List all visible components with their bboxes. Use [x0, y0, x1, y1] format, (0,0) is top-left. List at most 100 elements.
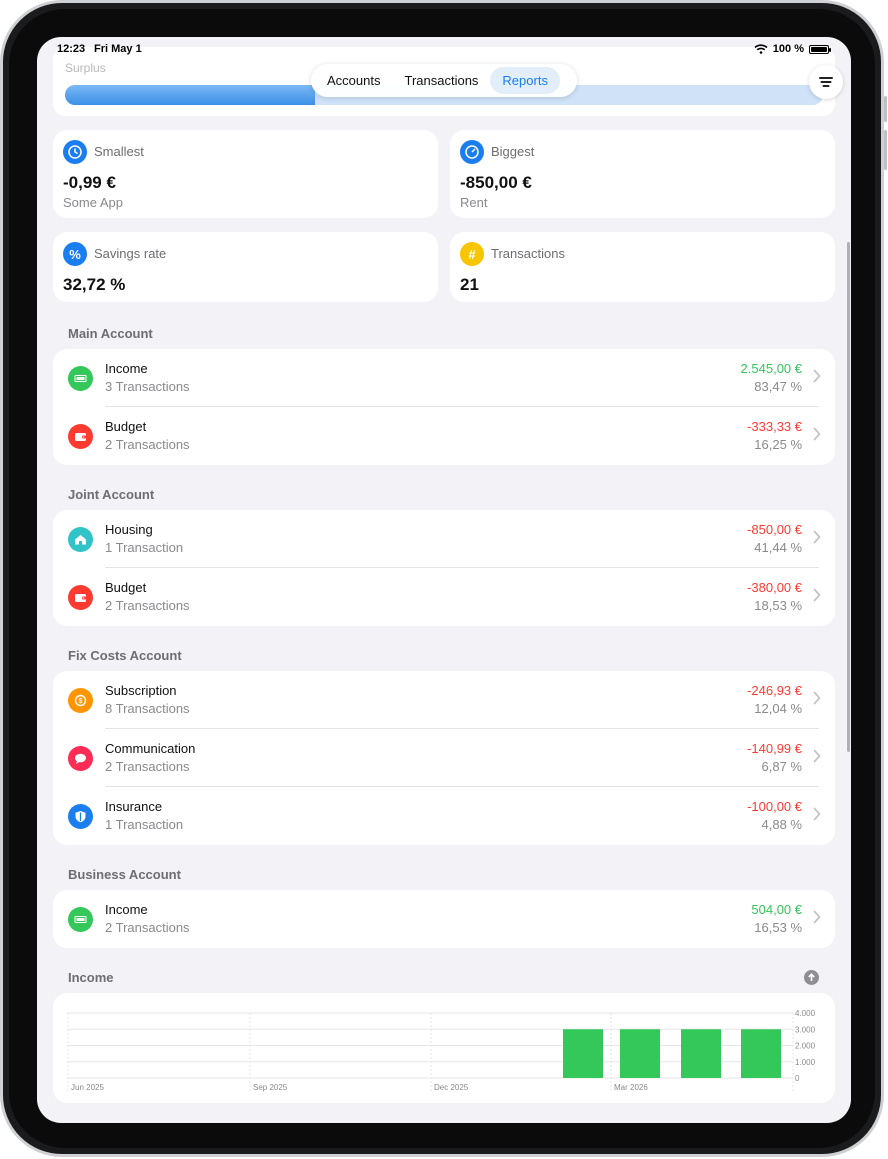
- x-tick-label: Mar 2026: [614, 1083, 648, 1092]
- category-row-insurance[interactable]: Insurance 1 Transaction -100,00 € 4,88 %: [53, 787, 835, 845]
- wallet-icon: [68, 585, 93, 610]
- scroll-indicator[interactable]: [847, 242, 850, 752]
- stat-subtitle: Some App: [63, 195, 123, 210]
- stat-title: Biggest: [491, 144, 535, 159]
- stat-title: Savings rate: [94, 246, 167, 261]
- stat-subtitle: Rent: [460, 195, 488, 210]
- category-name: Communication: [105, 741, 196, 756]
- x-tick-label: Dec 2025: [434, 1083, 469, 1092]
- surplus-progress-fill: [65, 85, 316, 105]
- y-tick-label: 3.000: [795, 1025, 816, 1034]
- stat-card-savings-rate[interactable]: % Savings rate 32,72 %: [53, 232, 438, 302]
- category-row-income[interactable]: Income 2 Transactions 504,00 € 16,53 %: [53, 890, 835, 948]
- income-chart-card: 4.000 3.000 2.000 1.000 0 Jun 2025 Sep 2025 Dec…: [53, 993, 835, 1103]
- house-icon: [68, 527, 93, 552]
- tab-accounts[interactable]: Accounts: [315, 67, 392, 94]
- transaction-count: 1 Transaction: [105, 817, 184, 832]
- app-screen: Surplus 12:23 Fri May 1 100 % Accounts T…: [37, 37, 851, 1123]
- category-percent: 16,53 %: [754, 920, 802, 935]
- income-bar-chart: 4.000 3.000 2.000 1.000 0 Jun 2025 Sep 2025 Dec…: [67, 1009, 816, 1093]
- category-name: Insurance: [105, 799, 163, 814]
- category-row-budget[interactable]: Budget 2 Transactions -380,00 € 18,53 %: [53, 568, 835, 626]
- wifi-icon: [754, 44, 768, 54]
- category-name: Budget: [105, 580, 147, 595]
- category-name: Housing: [105, 522, 153, 537]
- x-tick-label: Jun 2025: [71, 1083, 104, 1092]
- chevron-right-icon: [813, 530, 821, 544]
- coin-icon: $: [68, 688, 93, 713]
- status-right: 100 %: [754, 43, 831, 55]
- category-row-income[interactable]: Income 3 Transactions 2.545,00 € 83,47 %: [53, 349, 835, 407]
- stat-card-biggest[interactable]: Biggest -850,00 € Rent: [450, 130, 835, 218]
- category-percent: 83,47 %: [754, 379, 802, 394]
- account-card-fix-costs: $ Subscription 8 Transactions -246,93 € 12,0…: [53, 671, 835, 845]
- transaction-count: 2 Transactions: [105, 759, 190, 774]
- category-row-budget[interactable]: Budget 2 Transactions -333,33 € 16,25 %: [53, 407, 835, 465]
- category-name: Subscription: [105, 683, 177, 698]
- chevron-right-icon: [813, 369, 821, 383]
- category-row-communication[interactable]: Communication 2 Transactions -140,99 € 6,87…: [53, 729, 835, 787]
- chevron-right-icon: [813, 807, 821, 821]
- category-row-housing[interactable]: Housing 1 Transaction -850,00 € 41,44 %: [53, 510, 835, 568]
- transaction-count: 2 Transactions: [105, 920, 190, 935]
- battery-percent: 100 %: [772, 43, 804, 55]
- volume-up-button: [884, 96, 887, 122]
- category-amount: 504,00 €: [751, 902, 802, 917]
- stat-value: 32,72 %: [63, 275, 126, 294]
- stat-value: -0,99 €: [63, 173, 116, 192]
- chevron-right-icon: [813, 749, 821, 763]
- status-bar: 12:23 Fri May 1 100 %: [37, 43, 851, 59]
- transaction-count: 1 Transaction: [105, 540, 184, 555]
- status-date: Fri May 1: [94, 43, 142, 55]
- category-percent: 18,53 %: [754, 598, 802, 613]
- category-row-subscription[interactable]: $ Subscription 8 Transactions -246,93 € 12,0…: [53, 671, 835, 729]
- gauge-icon: [460, 140, 484, 164]
- category-percent: 41,44 %: [754, 540, 802, 555]
- menu-line-icon: [819, 77, 833, 79]
- stat-card-transactions[interactable]: # Transactions 21: [450, 232, 835, 302]
- arrow-up-circle-icon[interactable]: [804, 970, 819, 985]
- clock-icon: [63, 140, 87, 164]
- wallet-icon: [68, 424, 93, 449]
- x-tick-label: Sep 2025: [253, 1083, 288, 1092]
- tab-transactions[interactable]: Transactions: [392, 67, 490, 94]
- svg-text:$: $: [79, 698, 83, 705]
- chevron-right-icon: [813, 588, 821, 602]
- tab-reports[interactable]: Reports: [490, 67, 560, 94]
- banknote-icon: [68, 366, 93, 391]
- filter-menu-button[interactable]: [809, 65, 843, 99]
- battery-icon: [809, 44, 831, 54]
- category-amount: 2.545,00 €: [740, 361, 802, 376]
- category-percent: 4,88 %: [761, 817, 802, 832]
- category-amount: -140,99 €: [747, 741, 802, 756]
- percent-icon: %: [63, 242, 87, 266]
- y-tick-label: 0: [795, 1074, 800, 1083]
- category-amount: -850,00 €: [747, 522, 802, 537]
- income-chart-title: Income: [68, 970, 114, 985]
- income-bar: [620, 1029, 660, 1078]
- transaction-count: 3 Transactions: [105, 379, 190, 394]
- category-percent: 6,87 %: [761, 759, 802, 774]
- category-amount: -246,93 €: [747, 683, 802, 698]
- y-tick-label: 2.000: [795, 1042, 816, 1051]
- y-tick-label: 4.000: [795, 1009, 816, 1018]
- transaction-count: 8 Transactions: [105, 701, 190, 716]
- view-switcher: Accounts Transactions Reports: [311, 64, 577, 97]
- category-amount: -380,00 €: [747, 580, 802, 595]
- chevron-right-icon: [813, 691, 821, 705]
- hash-icon: #: [460, 242, 484, 266]
- income-bar: [563, 1029, 603, 1078]
- category-name: Income: [105, 361, 148, 376]
- category-amount: -100,00 €: [747, 799, 802, 814]
- category-percent: 16,25 %: [754, 437, 802, 452]
- category-name: Budget: [105, 419, 147, 434]
- stat-value: 21: [460, 275, 479, 294]
- chevron-right-icon: [813, 910, 821, 924]
- transaction-count: 2 Transactions: [105, 598, 190, 613]
- stat-card-smallest[interactable]: Smallest -0,99 € Some App: [53, 130, 438, 218]
- section-title-business-account: Business Account: [68, 867, 181, 882]
- account-card-business: Income 2 Transactions 504,00 € 16,53 %: [53, 890, 835, 948]
- stat-value: -850,00 €: [460, 173, 532, 192]
- chat-bubble-icon: [68, 746, 93, 771]
- menu-line-icon: [822, 85, 830, 87]
